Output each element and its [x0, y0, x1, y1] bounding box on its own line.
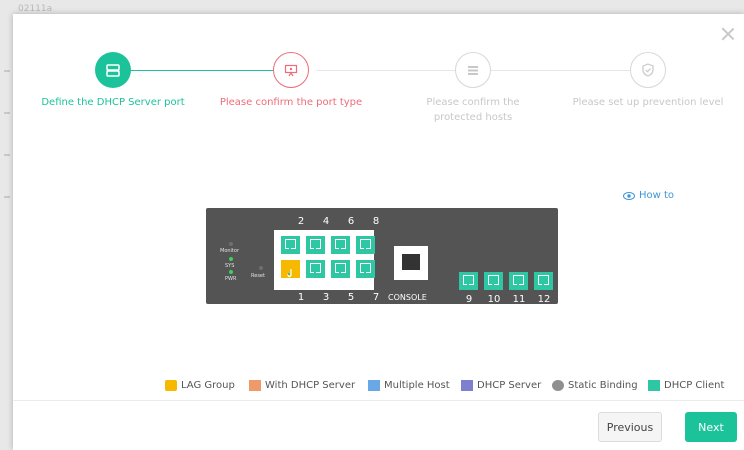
port-label: 11: [512, 294, 526, 305]
switch-device-panel: Monitor SYS PWR Reset 2 4 6 8 1 3 5 7 CO…: [206, 208, 558, 305]
close-icon[interactable]: [720, 26, 736, 42]
legend-dhcp-server: DHCP Server: [461, 380, 541, 391]
legend-label: DHCP Client: [664, 380, 725, 391]
monitor-led-label: Monitor: [220, 248, 240, 254]
sfp-port-12[interactable]: [534, 272, 553, 290]
port-4[interactable]: [306, 236, 325, 254]
step-label: Define the DHCP Server port: [41, 97, 185, 108]
legend-label: LAG Group: [181, 380, 235, 391]
port-5[interactable]: [331, 260, 350, 278]
legend-dhcp-client: DHCP Client: [648, 380, 724, 391]
shield-icon: [630, 52, 666, 88]
step-label: Please set up prevention level: [572, 97, 724, 108]
ethernet-port-block: [274, 230, 375, 290]
port-6[interactable]: [331, 236, 350, 254]
port-1-lag[interactable]: [281, 260, 300, 278]
background-header-text: 02111a: [18, 4, 53, 14]
wizard-steps: Define the DHCP Server port Please confi…: [13, 52, 744, 142]
legend-multiple-host: Multiple Host: [368, 380, 450, 391]
port-label: 8: [372, 216, 380, 227]
reset-button[interactable]: [259, 266, 263, 270]
port-3[interactable]: [306, 260, 325, 278]
port-label: 7: [372, 292, 380, 303]
how-to-link[interactable]: How to: [623, 190, 674, 201]
step-confirm-protected-hosts[interactable]: Please confirm the protected hosts: [393, 52, 553, 125]
eye-icon: [623, 191, 635, 200]
sys-led: [229, 257, 233, 261]
console-port[interactable]: [394, 246, 428, 280]
legend-label: Static Binding: [568, 380, 638, 391]
how-to-label: How to: [639, 190, 675, 201]
pwr-led-label: PWR: [225, 276, 237, 282]
legend-label: DHCP Server: [477, 380, 542, 391]
sfp-port-10[interactable]: [484, 272, 503, 290]
legend-lag-group: LAG Group: [165, 380, 235, 391]
list-icon: [455, 52, 491, 88]
step-label: Please confirm the protected hosts: [426, 97, 520, 123]
reset-label: Reset: [251, 273, 265, 279]
step-prevention-level[interactable]: Please set up prevention level: [568, 52, 728, 110]
port-label: 12: [537, 294, 551, 305]
port-label: 6: [347, 216, 355, 227]
sys-led-label: SYS: [225, 263, 235, 269]
port-label: 9: [465, 294, 473, 305]
port-8[interactable]: [356, 236, 375, 254]
legend-label: Multiple Host: [384, 380, 450, 391]
lag-icon: [287, 269, 292, 278]
step-confirm-port-type[interactable]: Please confirm the port type: [211, 52, 371, 110]
footer-divider: [13, 400, 744, 401]
monitor-led: [229, 242, 233, 246]
legend-label: With DHCP Server: [265, 380, 356, 391]
legend-static-binding: Static Binding: [552, 380, 638, 391]
port-2[interactable]: [281, 236, 300, 254]
port-label: 10: [487, 294, 501, 305]
wizard-modal: Define the DHCP Server port Please confi…: [13, 14, 744, 450]
port-label: 3: [322, 292, 330, 303]
port-label: 5: [347, 292, 355, 303]
port-7[interactable]: [356, 260, 375, 278]
step-label: Please confirm the port type: [219, 97, 363, 108]
step-define-dhcp-server-port[interactable]: Define the DHCP Server port: [33, 52, 193, 110]
port-label: 4: [322, 216, 330, 227]
previous-button[interactable]: Previous: [598, 412, 662, 442]
port-label: 2: [297, 216, 305, 227]
sfp-port-11[interactable]: [509, 272, 528, 290]
sfp-port-9[interactable]: [459, 272, 478, 290]
background-sidebar: [2, 30, 12, 430]
monitor-icon: [273, 52, 309, 88]
pwr-led: [229, 270, 233, 274]
next-button[interactable]: Next: [685, 412, 737, 442]
console-label: CONSOLE: [388, 293, 427, 302]
server-icon: [95, 52, 131, 88]
port-label: 1: [297, 292, 305, 303]
legend-with-dhcp-server: With DHCP Server: [249, 380, 355, 391]
